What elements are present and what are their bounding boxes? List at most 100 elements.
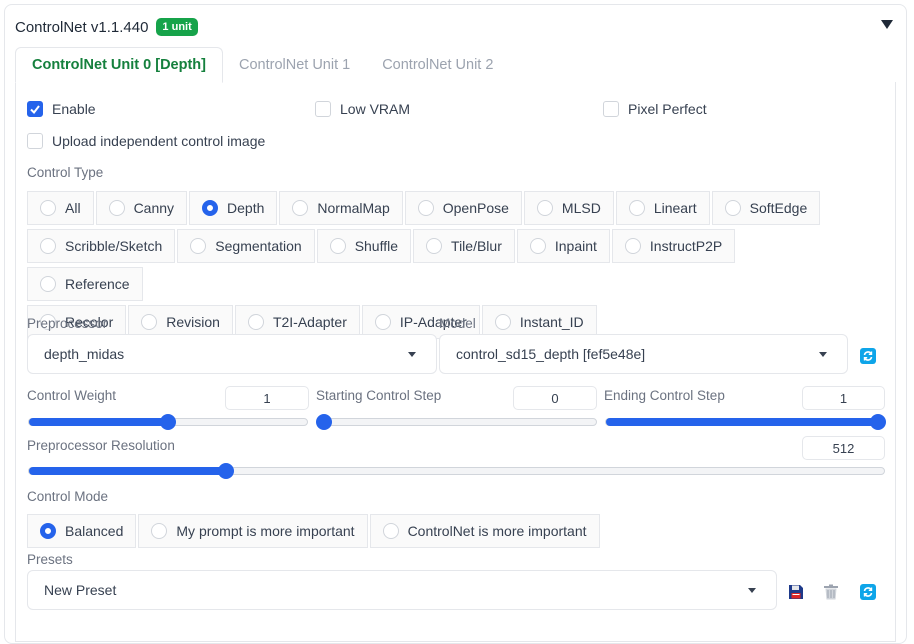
radio-dot-icon[interactable] xyxy=(536,200,553,216)
radio-mlsd[interactable]: MLSD xyxy=(523,191,614,225)
radio-dot-icon[interactable] xyxy=(628,200,645,216)
radio-label: Instant_ID xyxy=(519,314,584,330)
radio-label: Revision xyxy=(166,314,220,330)
control-type-radio-group: All Canny Depth NormalMap OpenPose MLSD Linear… xyxy=(27,191,827,343)
starting-step-input[interactable]: 0 xyxy=(513,386,597,410)
radio-label: My prompt is more important xyxy=(176,523,355,539)
radio-label: MLSD xyxy=(561,200,601,216)
control-weight-input[interactable]: 1 xyxy=(225,386,309,410)
radio-reference[interactable]: Reference xyxy=(27,267,143,301)
radio-tile-blur[interactable]: Tile/Blur xyxy=(413,229,515,263)
radio-dot-icon[interactable] xyxy=(40,238,56,254)
ending-step-slider[interactable] xyxy=(605,414,886,430)
enable-checkbox[interactable]: Enable xyxy=(27,101,96,117)
low-vram-box[interactable] xyxy=(315,101,331,117)
radio-lineart[interactable]: Lineart xyxy=(615,191,710,225)
model-dropdown[interactable]: control_sd15_depth [fef5e48e] xyxy=(439,334,848,374)
preprocessor-resolution-input[interactable]: 512 xyxy=(802,436,885,460)
floppy-disk-icon xyxy=(789,585,803,599)
refresh-presets-button[interactable] xyxy=(853,577,883,607)
preprocessor-resolution-slider[interactable] xyxy=(28,463,885,479)
radio-dot-icon[interactable] xyxy=(382,523,399,539)
radio-dot-icon[interactable] xyxy=(40,523,56,539)
save-preset-button[interactable] xyxy=(781,577,811,607)
enable-label: Enable xyxy=(52,101,96,117)
radio-dot-icon[interactable] xyxy=(374,314,391,330)
radio-scribble-sketch[interactable]: Scribble/Sketch xyxy=(27,229,176,263)
radio-dot-icon[interactable] xyxy=(40,276,56,292)
preprocessor-dropdown[interactable]: depth_midas xyxy=(27,334,437,374)
upload-independent-checkbox[interactable]: Upload independent control image xyxy=(27,133,265,149)
radio-dot-icon[interactable] xyxy=(247,314,264,330)
radio-dot-icon[interactable] xyxy=(624,238,641,254)
control-mode-label: Control Mode xyxy=(27,489,109,504)
radio-label: InstructP2P xyxy=(649,238,723,254)
delete-preset-button[interactable] xyxy=(816,577,846,607)
radio-dot-icon[interactable] xyxy=(108,200,125,216)
radio-label: Tile/Blur xyxy=(451,238,502,254)
control-weight-label: Control Weight xyxy=(27,388,117,403)
radio-openpose[interactable]: OpenPose xyxy=(404,191,522,225)
radio-canny[interactable]: Canny xyxy=(95,191,188,225)
low-vram-checkbox[interactable]: Low VRAM xyxy=(315,101,410,117)
radio-balanced[interactable]: Balanced xyxy=(27,514,137,548)
starting-step-slider[interactable] xyxy=(316,414,597,430)
presets-dropdown[interactable]: New Preset xyxy=(27,570,777,610)
radio-depth[interactable]: Depth xyxy=(189,191,278,225)
radio-controlnet-is-more-important[interactable]: ControlNet is more important xyxy=(369,514,600,548)
radio-dot-icon[interactable] xyxy=(151,523,168,539)
radio-dot-icon[interactable] xyxy=(494,314,511,330)
collapse-triangle-icon[interactable] xyxy=(880,17,894,31)
radio-label: Balanced xyxy=(65,523,124,539)
pixel-perfect-box[interactable] xyxy=(603,101,619,117)
radio-dot-icon[interactable] xyxy=(190,238,207,254)
radio-dot-icon[interactable] xyxy=(724,200,741,216)
enable-check-icon[interactable] xyxy=(27,101,43,117)
control-type-label: Control Type xyxy=(27,165,104,180)
radio-label: Lineart xyxy=(653,200,697,216)
preprocessor-value: depth_midas xyxy=(44,346,125,362)
radio-label: Shuffle xyxy=(354,238,399,254)
radio-normalmap[interactable]: NormalMap xyxy=(279,191,403,225)
ending-step-input[interactable]: 1 xyxy=(802,386,885,410)
radio-dot-icon[interactable] xyxy=(141,314,158,330)
slider-thumb[interactable] xyxy=(217,463,234,479)
radio-label: Scribble/Sketch xyxy=(65,238,163,254)
radio-shuffle[interactable]: Shuffle xyxy=(316,229,412,263)
tab-unit-2[interactable]: ControlNet Unit 2 xyxy=(366,47,509,83)
presets-value: New Preset xyxy=(44,582,117,598)
radio-dot-icon[interactable] xyxy=(202,200,219,216)
presets-label: Presets xyxy=(27,552,73,567)
slider-thumb[interactable] xyxy=(870,414,886,430)
radio-dot-icon[interactable] xyxy=(426,238,443,254)
pixel-perfect-checkbox[interactable]: Pixel Perfect xyxy=(603,101,707,117)
radio-my-prompt-is-more-important[interactable]: My prompt is more important xyxy=(138,514,368,548)
upload-independent-label: Upload independent control image xyxy=(52,133,266,149)
refresh-icon xyxy=(860,348,876,364)
radio-dot-icon[interactable] xyxy=(417,200,434,216)
low-vram-label: Low VRAM xyxy=(340,101,411,117)
tab-unit-1[interactable]: ControlNet Unit 1 xyxy=(223,47,366,83)
tab-unit-0[interactable]: ControlNet Unit 0 [Depth] xyxy=(15,47,223,83)
radio-dot-icon[interactable] xyxy=(329,238,346,254)
radio-dot-icon[interactable] xyxy=(529,238,546,254)
radio-dot-icon[interactable] xyxy=(292,200,309,216)
slider-thumb[interactable] xyxy=(316,414,332,430)
slider-thumb[interactable] xyxy=(160,414,176,430)
radio-softedge[interactable]: SoftEdge xyxy=(711,191,821,225)
refresh-models-button[interactable] xyxy=(853,341,883,371)
radio-label: Reference xyxy=(65,276,130,292)
radio-label: Canny xyxy=(133,200,175,216)
control-weight-slider[interactable] xyxy=(28,414,308,430)
panel-header[interactable]: ControlNet v1.1.440 1 unit xyxy=(15,15,896,39)
chevron-down-icon xyxy=(819,352,827,357)
panel-title: ControlNet v1.1.440 xyxy=(15,18,149,36)
slider-fill xyxy=(29,418,168,426)
radio-instructp2p[interactable]: InstructP2P xyxy=(611,229,736,263)
control-mode-radio-group: Balanced My prompt is more important Contr… xyxy=(27,514,727,552)
radio-dot-icon[interactable] xyxy=(40,200,56,216)
radio-segmentation[interactable]: Segmentation xyxy=(177,229,315,263)
radio-inpaint[interactable]: Inpaint xyxy=(516,229,610,263)
radio-all[interactable]: All xyxy=(27,191,94,225)
upload-independent-box[interactable] xyxy=(27,133,43,149)
